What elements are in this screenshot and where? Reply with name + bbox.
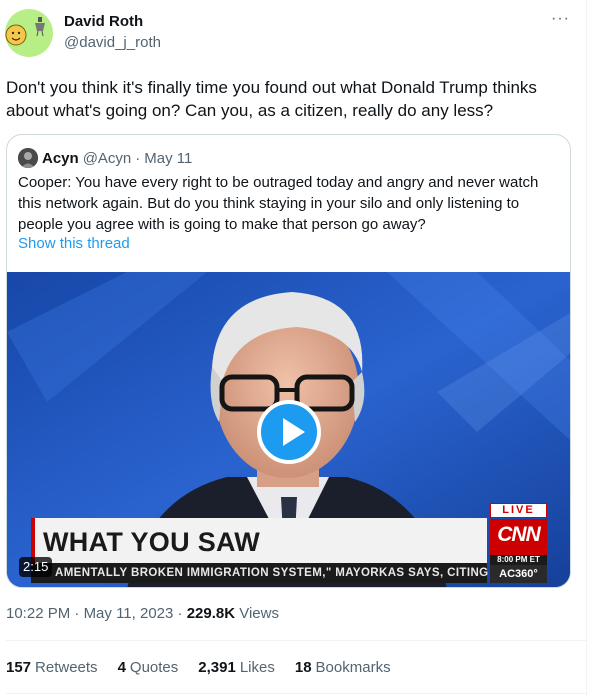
live-badge: LIVE <box>490 503 547 518</box>
news-ticker: AMENTALLY BROKEN IMMIGRATION SYSTEM," MA… <box>31 563 489 583</box>
retweets-stat[interactable]: 157 Retweets <box>6 659 98 676</box>
tweet-text: Don't you think it's finally time you fo… <box>6 78 537 120</box>
separator-dot: · <box>177 605 183 622</box>
likes-count: 2,391 <box>198 659 236 676</box>
quoted-tweet-header: Acyn @Acyn · May 11 <box>18 148 192 168</box>
quoted-tweet-date[interactable]: May 11 <box>144 150 192 167</box>
video-player[interactable]: WHAT YOU SAW AMENTALLY BROKEN IMMIGRATIO… <box>7 272 570 587</box>
retweets-count: 157 <box>6 659 32 676</box>
show-thread-link[interactable]: Show this thread <box>18 235 130 252</box>
bookmarks-label: Bookmarks <box>315 659 391 676</box>
air-time: 8:00 PM ET <box>490 555 547 565</box>
quotes-stat[interactable]: 4 Quotes <box>118 659 179 676</box>
divider <box>6 693 586 694</box>
chyron-text: WHAT YOU SAW <box>43 527 261 557</box>
quoted-tweet-text: Cooper: You have every right to be outra… <box>18 174 539 233</box>
smiley-avatar-icon <box>5 17 45 46</box>
tweet-time[interactable]: 10:22 PM <box>6 605 70 622</box>
retweets-label: Retweets <box>35 659 98 676</box>
news-chyron: WHAT YOU SAW <box>31 518 487 563</box>
views-label[interactable]: Views <box>239 605 279 622</box>
person-photo-icon <box>18 148 38 168</box>
bookmarks-stat[interactable]: 18 Bookmarks <box>295 659 391 676</box>
ticker-text: AMENTALLY BROKEN IMMIGRATION SYSTEM," MA… <box>55 567 489 579</box>
separator-dot: · <box>74 605 80 622</box>
play-button[interactable] <box>257 400 321 464</box>
divider <box>6 640 586 641</box>
author-avatar[interactable] <box>5 9 53 57</box>
views-count[interactable]: 229.8K <box>187 605 235 622</box>
quotes-label: Quotes <box>129 659 179 676</box>
network-logo: CNN <box>490 519 547 555</box>
author-name[interactable]: David Roth <box>64 13 143 30</box>
tweet-date[interactable]: May 11, 2023 <box>84 605 174 622</box>
quotes-count: 4 <box>117 659 126 676</box>
tweet-meta: 10:22 PM · May 11, 2023 · 229.8K Views <box>6 605 279 622</box>
show-name: AC360° <box>490 565 547 583</box>
quoted-author-name[interactable]: Acyn <box>42 150 79 167</box>
separator-dot: · <box>135 149 141 167</box>
more-options-icon[interactable]: ··· <box>551 10 570 28</box>
column-border <box>586 0 587 696</box>
bookmarks-count: 18 <box>294 659 312 676</box>
quoted-tweet-card[interactable]: Acyn @Acyn · May 11 Cooper: You have eve… <box>6 134 571 588</box>
likes-stat[interactable]: 2,391 Likes <box>198 659 275 676</box>
network-logo-text: CNN <box>497 523 541 546</box>
quoted-author-avatar[interactable] <box>18 148 38 168</box>
video-duration-badge: 2:15 <box>19 557 53 577</box>
quoted-author-handle[interactable]: @Acyn <box>83 150 132 167</box>
engagement-stats: 157 Retweets 4 Quotes 2,391 Likes 18 Bookmar… <box>6 659 411 676</box>
likes-label: Likes <box>239 659 275 676</box>
author-handle[interactable]: @david_j_roth <box>64 34 161 51</box>
